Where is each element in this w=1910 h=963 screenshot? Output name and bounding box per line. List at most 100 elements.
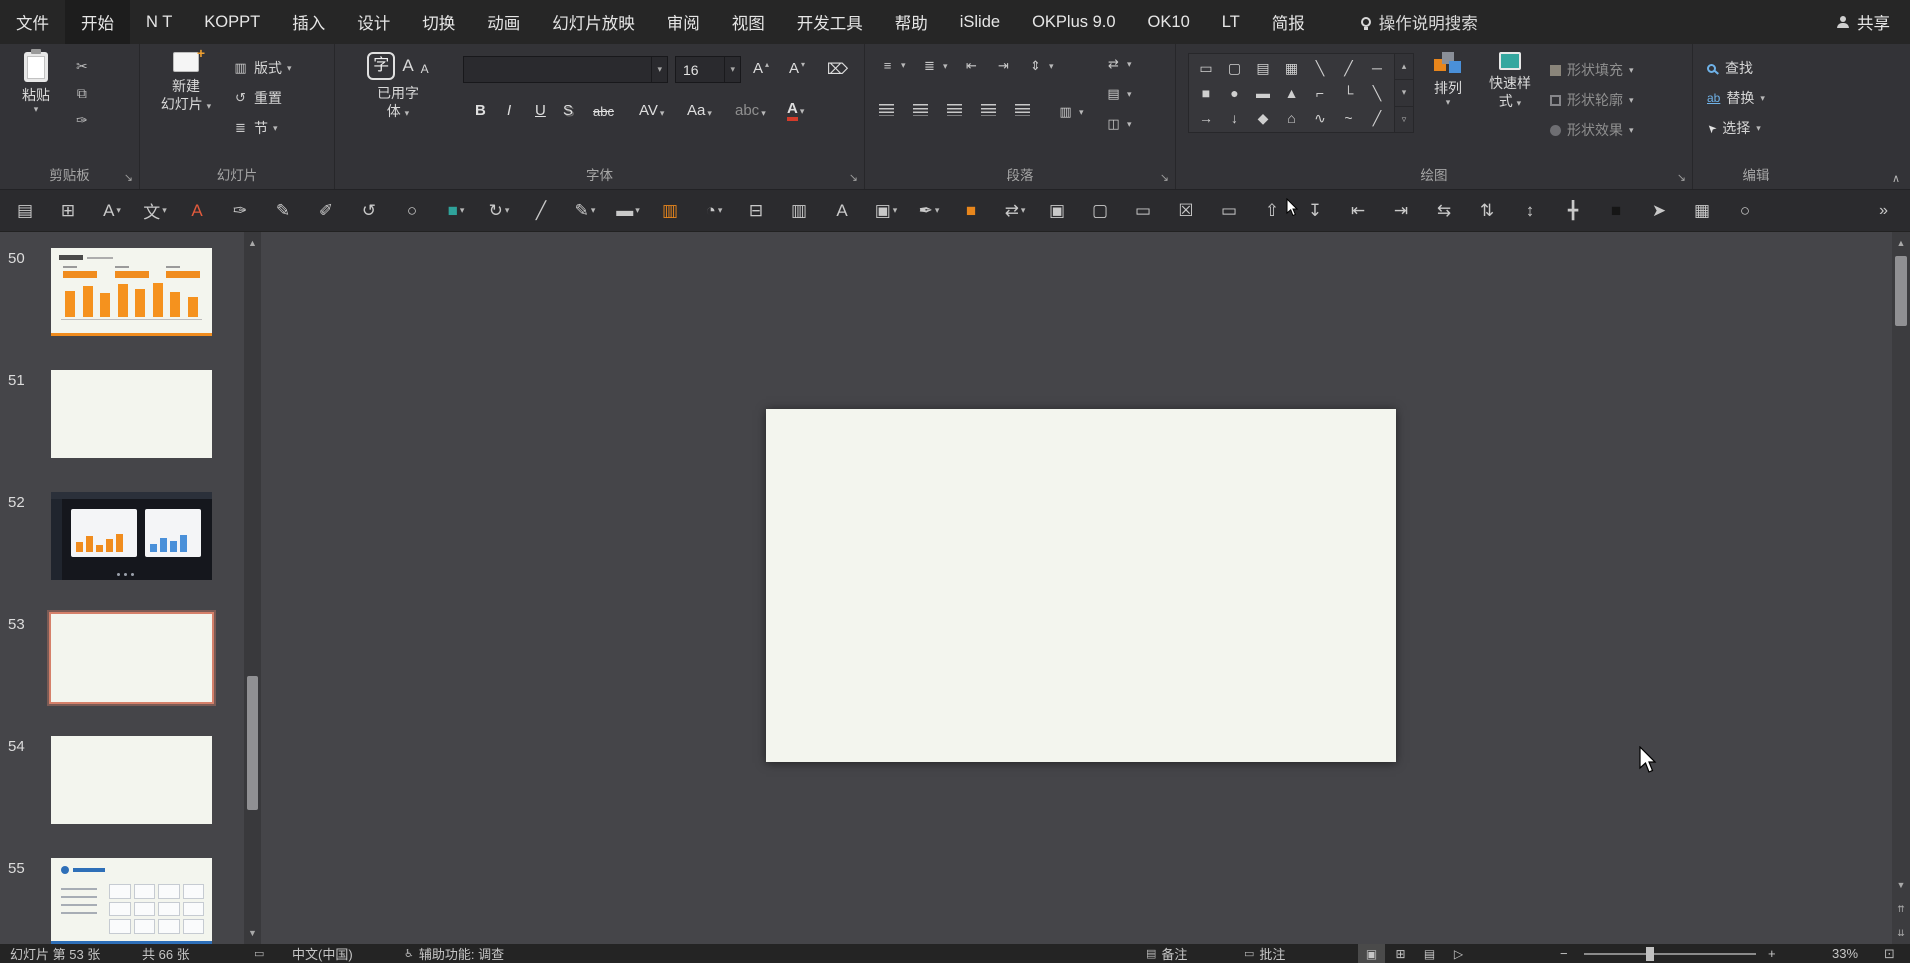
find-button[interactable]: 查找 [1707,58,1753,78]
menu-tab-help[interactable]: 帮助 [879,0,944,44]
rotate-icon[interactable]: ↻ ▾ [481,195,517,227]
accessibility-status[interactable]: ♿ 辅助功能: 调查 [404,944,504,963]
table-columns-icon[interactable]: ▥ [782,195,818,227]
menu-tab-ok10[interactable]: OK10 [1132,0,1206,44]
ellipse-icon[interactable]: ○ [1728,195,1764,227]
align-left-objects-icon[interactable]: ⇤ [1341,195,1377,227]
bold-button[interactable]: B [475,102,486,119]
normal-view-button[interactable]: ▣ [1358,944,1385,963]
reset-button[interactable]: ↺ 重置 [232,88,282,108]
replace-button[interactable]: ab 替换 ▾ [1707,88,1765,108]
scroll-up-icon[interactable]: ▲ [1892,232,1910,254]
dialog-launcher-icon[interactable]: ↘ [1160,171,1169,184]
cut-button[interactable]: ✂ [76,56,88,76]
shape-option[interactable]: ~ [1337,107,1361,129]
more-tools-button[interactable]: » [1865,202,1902,220]
language-indicator[interactable]: 中文(中国) [292,944,353,963]
slide-layout-icon[interactable]: ▤ [8,195,44,227]
text-shadow-button[interactable]: S [563,102,573,119]
table-grid-icon[interactable]: ⊞ [51,195,87,227]
copy-button[interactable]: ⧉ [76,83,88,103]
menu-tab-koppt[interactable]: KOPPT [188,0,276,44]
slide-55-thumbnail[interactable] [51,858,212,944]
strikethrough-button[interactable]: abc [593,104,614,119]
gallery-down-icon[interactable]: ▾ [1395,80,1413,106]
columns-button[interactable]: ▥▾ [1057,104,1084,120]
menu-tab-insert[interactable]: 插入 [276,0,341,44]
shape-effects-button[interactable]: 形状效果 ▾ [1550,120,1634,140]
layout-button[interactable]: ▥ 版式 ▾ [232,58,292,78]
scroll-down-icon[interactable]: ▼ [1892,874,1910,896]
align-left-button[interactable] [879,104,894,116]
shape-option[interactable]: ◆ [1251,107,1275,129]
menu-tab-slideshow[interactable]: 幻灯片放映 [536,0,651,44]
shape-option[interactable]: ▦ [1280,57,1304,79]
shape-outline-button[interactable]: 形状轮廓 ▾ [1550,90,1634,110]
menu-tab-islide[interactable]: iSlide [944,0,1016,44]
crop-icon[interactable]: ╋ [1556,195,1592,227]
align-text-button[interactable]: ▤▾ [1105,86,1132,102]
shrink-font-button[interactable]: A▾ [789,60,805,77]
slide-panel-scrollbar[interactable]: ▲ ▼ [244,232,261,944]
italic-button[interactable]: I [507,102,511,119]
share-button[interactable]: 共享 [1817,0,1910,44]
eyedropper-icon[interactable]: ✑ [223,195,259,227]
align-center-button[interactable] [913,104,928,116]
shape-style-icon[interactable]: ▣ ▾ [868,195,904,227]
slide-52-thumbnail[interactable] [51,492,212,580]
comments-button[interactable]: ▭ 批注 [1244,944,1285,963]
chevron-down-icon[interactable]: ▾ [651,57,667,82]
placeholder-insert-icon[interactable]: ▭ [1212,195,1248,227]
shape-option[interactable]: → [1194,107,1218,129]
menu-tab-jianbao[interactable]: 简报 [1256,0,1321,44]
picture-icon[interactable]: ▦ [1685,195,1721,227]
gallery-more-icon[interactable]: ▿ [1395,107,1413,132]
section-button[interactable]: ≣ 节 ▾ [232,118,278,138]
fit-to-window-button[interactable]: ⊡ [1884,944,1895,963]
shape-option[interactable]: ▢ [1223,57,1247,79]
zoom-level[interactable]: 33% [1832,944,1858,963]
shape-option[interactable]: ─ [1365,57,1389,79]
underline-button[interactable]: U [535,102,546,119]
shape-option[interactable]: ⌐ [1308,82,1332,104]
align-right-objects-icon[interactable]: ⇥ [1384,195,1420,227]
zoom-in-button[interactable]: + [1768,944,1776,963]
vertical-text-icon[interactable]: 文 ▾ [137,195,173,227]
numbering-button[interactable]: ≣▾ [921,58,948,74]
pen-icon[interactable]: ✎ [266,195,302,227]
zoom-out-button[interactable]: − [1560,944,1568,963]
paste-button[interactable]: 粘贴 ▾ [8,52,64,116]
highlight-color-button[interactable]: abc▾ [735,102,766,119]
menu-tab-nt[interactable]: N T [130,0,188,44]
rotate-left-icon[interactable]: ↺ [352,195,388,227]
menu-tab-animations[interactable]: 动画 [471,0,536,44]
menu-tab-view[interactable]: 视图 [716,0,781,44]
text-direction-button[interactable]: ⇄▾ [1105,56,1132,72]
dialog-launcher-icon[interactable]: ↘ [124,171,133,184]
character-spacing-button[interactable]: AV▾ [639,102,664,119]
layers-icon[interactable]: ■ [954,195,990,227]
brush-arrow-icon[interactable]: ➤ [1642,195,1678,227]
shape-option[interactable]: ╲ [1365,82,1389,104]
ungroup-icon[interactable]: ▢ [1083,195,1119,227]
convert-smartart-button[interactable]: ◫▾ [1105,116,1132,132]
shape-option[interactable]: ▲ [1280,82,1304,104]
shape-option[interactable]: ▤ [1251,57,1275,79]
shape-option[interactable]: ↓ [1223,107,1247,129]
bar-chart-icon[interactable]: ▥ [653,195,689,227]
menu-tab-devtools[interactable]: 开发工具 [781,0,879,44]
previous-slide-button[interactable]: ⇈ [1892,898,1910,920]
shape-option[interactable]: ▬ [1251,82,1275,104]
next-slide-button[interactable]: ⇊ [1892,922,1910,944]
main-scrollbar[interactable]: ▲ ▼ ⇈ ⇊ [1892,232,1910,944]
notes-box-icon[interactable]: ▭ [1126,195,1162,227]
gallery-up-icon[interactable]: ▴ [1395,54,1413,80]
font-color-icon[interactable]: A [180,195,216,227]
scroll-down-icon[interactable]: ▼ [244,922,261,944]
donut-chart-icon[interactable]: ◔ ▾ [696,195,732,227]
zoom-slider-thumb[interactable] [1646,947,1654,961]
new-slide-button[interactable]: 新建 幻灯片 ▾ [152,52,220,113]
table-pen-icon[interactable]: ⊟ [739,195,775,227]
shape-option[interactable]: ╲ [1308,57,1332,79]
shape-option[interactable]: └ [1337,82,1361,104]
